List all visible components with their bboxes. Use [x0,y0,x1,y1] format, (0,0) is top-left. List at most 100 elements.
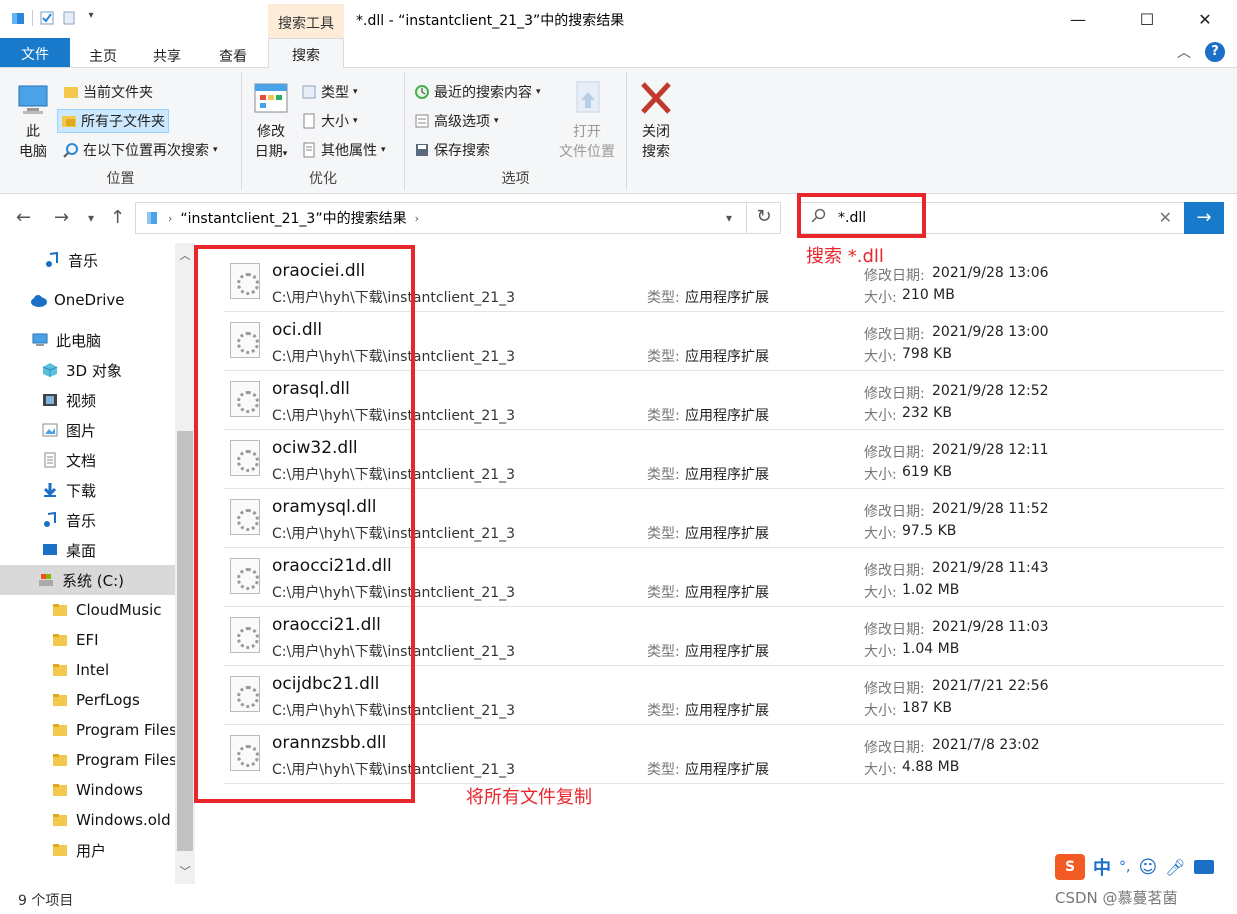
file-date-label: 修改日期: [864,681,925,697]
customize-toolbar-icon[interactable]: ▾ [83,10,99,26]
minimize-button[interactable]: — [1055,0,1101,38]
forward-arrow-icon[interactable]: → [54,207,69,228]
computer-icon [32,332,48,348]
file-size: 1.04 MB [902,641,960,657]
watermark: CSDN @慕蔓茗菌 [1055,889,1178,907]
sidebar-item-label: 视频 [66,391,97,410]
navigation-scrollbar[interactable]: ︿ ﹀ [175,243,195,884]
breadcrumb-path[interactable]: “instantclient_21_3”中的搜索结果 [180,208,406,228]
sidebar-item[interactable]: 文档 [0,445,175,475]
file-type-label: 类型: [647,526,680,542]
tab-share[interactable]: 共享 [144,42,190,68]
back-arrow-icon[interactable]: ← [16,207,31,228]
emoji-icon[interactable]: ☺ [1138,857,1157,878]
navigation-pane: 音乐 OneDrive 此电脑 3D 对象 视频 图片 文档 下载 音乐 桌面 系统 (C:) Clo… [0,243,195,884]
file-date: 2021/7/21 22:56 [932,678,1049,694]
this-pc-label-1: 此 [26,124,40,140]
recent-locations-chevron-icon[interactable]: ▾ [88,211,94,225]
sidebar-item[interactable]: 图片 [0,415,175,445]
calendar-icon [254,83,288,113]
scroll-up-icon[interactable]: ︿ [175,247,195,263]
maximize-button[interactable]: ☐ [1124,0,1170,38]
open-file-location-button[interactable]: 打开 文件位置 [555,80,619,162]
sidebar-item[interactable]: 下载 [0,475,175,505]
clear-search-icon[interactable]: ✕ [1159,208,1172,227]
sidebar-item[interactable]: Intel [0,655,175,685]
sidebar-item[interactable]: Windows.old [0,805,175,835]
sidebar-item[interactable]: Program Files [0,715,175,745]
this-pc-button[interactable]: 此 电脑 [10,82,56,162]
ime-toolbar: S 中 °, ☺ 🎤︎ [1055,852,1233,882]
address-dropdown-icon[interactable]: ▾ [726,211,732,225]
up-arrow-icon[interactable]: ↑ [110,207,125,228]
search-again-label: 在以下位置再次搜索 [83,143,209,159]
scroll-thumb[interactable] [177,431,193,851]
size-icon [301,113,317,129]
sidebar-item[interactable]: 此电脑 [0,325,175,355]
size-button[interactable]: 大小 ▾ [298,109,361,133]
file-type-label: 类型: [647,408,680,424]
microphone-icon[interactable]: 🎤︎ [1165,858,1185,877]
sidebar-item[interactable]: PerfLogs [0,685,175,715]
advanced-options-button[interactable]: 高级选项 ▾ [411,109,502,133]
other-properties-button[interactable]: 其他属性 ▾ [298,138,389,162]
save-search-button[interactable]: 保存搜索 [411,138,493,162]
close-icon: ✕ [1198,9,1212,29]
new-folder-icon[interactable] [61,10,77,26]
breadcrumb-chevron-icon[interactable]: › [168,212,172,225]
tab-home[interactable]: 主页 [80,42,126,68]
sidebar-item[interactable]: 音乐 [0,245,175,275]
collapse-ribbon-icon[interactable]: ︿ [1177,42,1191,62]
all-subfolders-button[interactable]: 所有子文件夹 [57,109,169,133]
tab-view[interactable]: 查看 [210,42,256,68]
sidebar-item[interactable]: 系统 (C:) [0,565,175,595]
sidebar-item-label: 桌面 [66,541,97,560]
sidebar-item[interactable]: 视频 [0,385,175,415]
breadcrumb-chevron-icon[interactable]: › [415,212,419,225]
close-window-button[interactable]: ✕ [1182,0,1228,38]
refresh-button[interactable]: ↻ [746,202,781,234]
sidebar-item[interactable]: OneDrive [0,285,175,315]
tab-file[interactable]: 文件 [0,38,70,67]
sidebar-item[interactable]: EFI [0,625,175,655]
address-row: ← → ▾ ↑ › “instantclient_21_3”中的搜索结果 › ▾… [0,195,1237,243]
file-type: 应用程序扩展 [685,585,769,601]
file-date-label: 修改日期: [864,386,925,402]
sidebar-item[interactable]: 3D 对象 [0,355,175,385]
sidebar-item[interactable]: 桌面 [0,535,175,565]
scroll-down-icon[interactable]: ﹀ [175,863,195,879]
properties-icon [301,142,317,158]
desktop-icon [42,542,58,558]
open-location-icon [576,81,600,113]
file-size-label: 大小: [864,526,897,542]
sogou-logo-icon[interactable]: S [1055,854,1085,880]
subfolders-icon [61,113,77,129]
help-icon[interactable]: ? [1205,42,1225,62]
sidebar-item[interactable]: Program Files [0,745,175,775]
tab-search[interactable]: 搜索 [268,38,344,69]
sidebar-item-label: EFI [76,631,99,649]
arrow-right-icon: → [1196,207,1212,228]
sidebar-item[interactable]: CloudMusic [0,595,175,625]
kind-button[interactable]: 类型 ▾ [298,80,361,104]
sidebar-item[interactable]: 用户 [0,835,175,865]
folder-icon [63,84,79,100]
close-search-button[interactable]: 关闭 搜索 [636,80,676,162]
item-count: 9 个项目 [18,893,74,909]
file-type: 应用程序扩展 [685,703,769,719]
divider [32,10,33,26]
address-bar[interactable]: › “instantclient_21_3”中的搜索结果 › ▾ [135,202,781,234]
file-type: 应用程序扩展 [685,408,769,424]
ime-punctuation[interactable]: °, [1119,859,1130,875]
date-modified-button[interactable]: 修改 日期▾ [248,80,294,164]
search-go-button[interactable]: → [1184,202,1224,234]
properties-icon[interactable] [39,10,55,26]
ime-language[interactable]: 中 [1093,854,1111,880]
current-folder-button[interactable]: 当前文件夹 [60,80,156,104]
search-again-button[interactable]: 在以下位置再次搜索 ▾ [60,138,221,162]
keyboard-icon[interactable] [1193,860,1214,874]
recent-searches-button[interactable]: 最近的搜索内容 ▾ [411,80,544,104]
sidebar-item[interactable]: Windows [0,775,175,805]
sidebar-item[interactable]: 音乐 [0,505,175,535]
window-title: *.dll - “instantclient_21_3”中的搜索结果 [356,13,625,29]
